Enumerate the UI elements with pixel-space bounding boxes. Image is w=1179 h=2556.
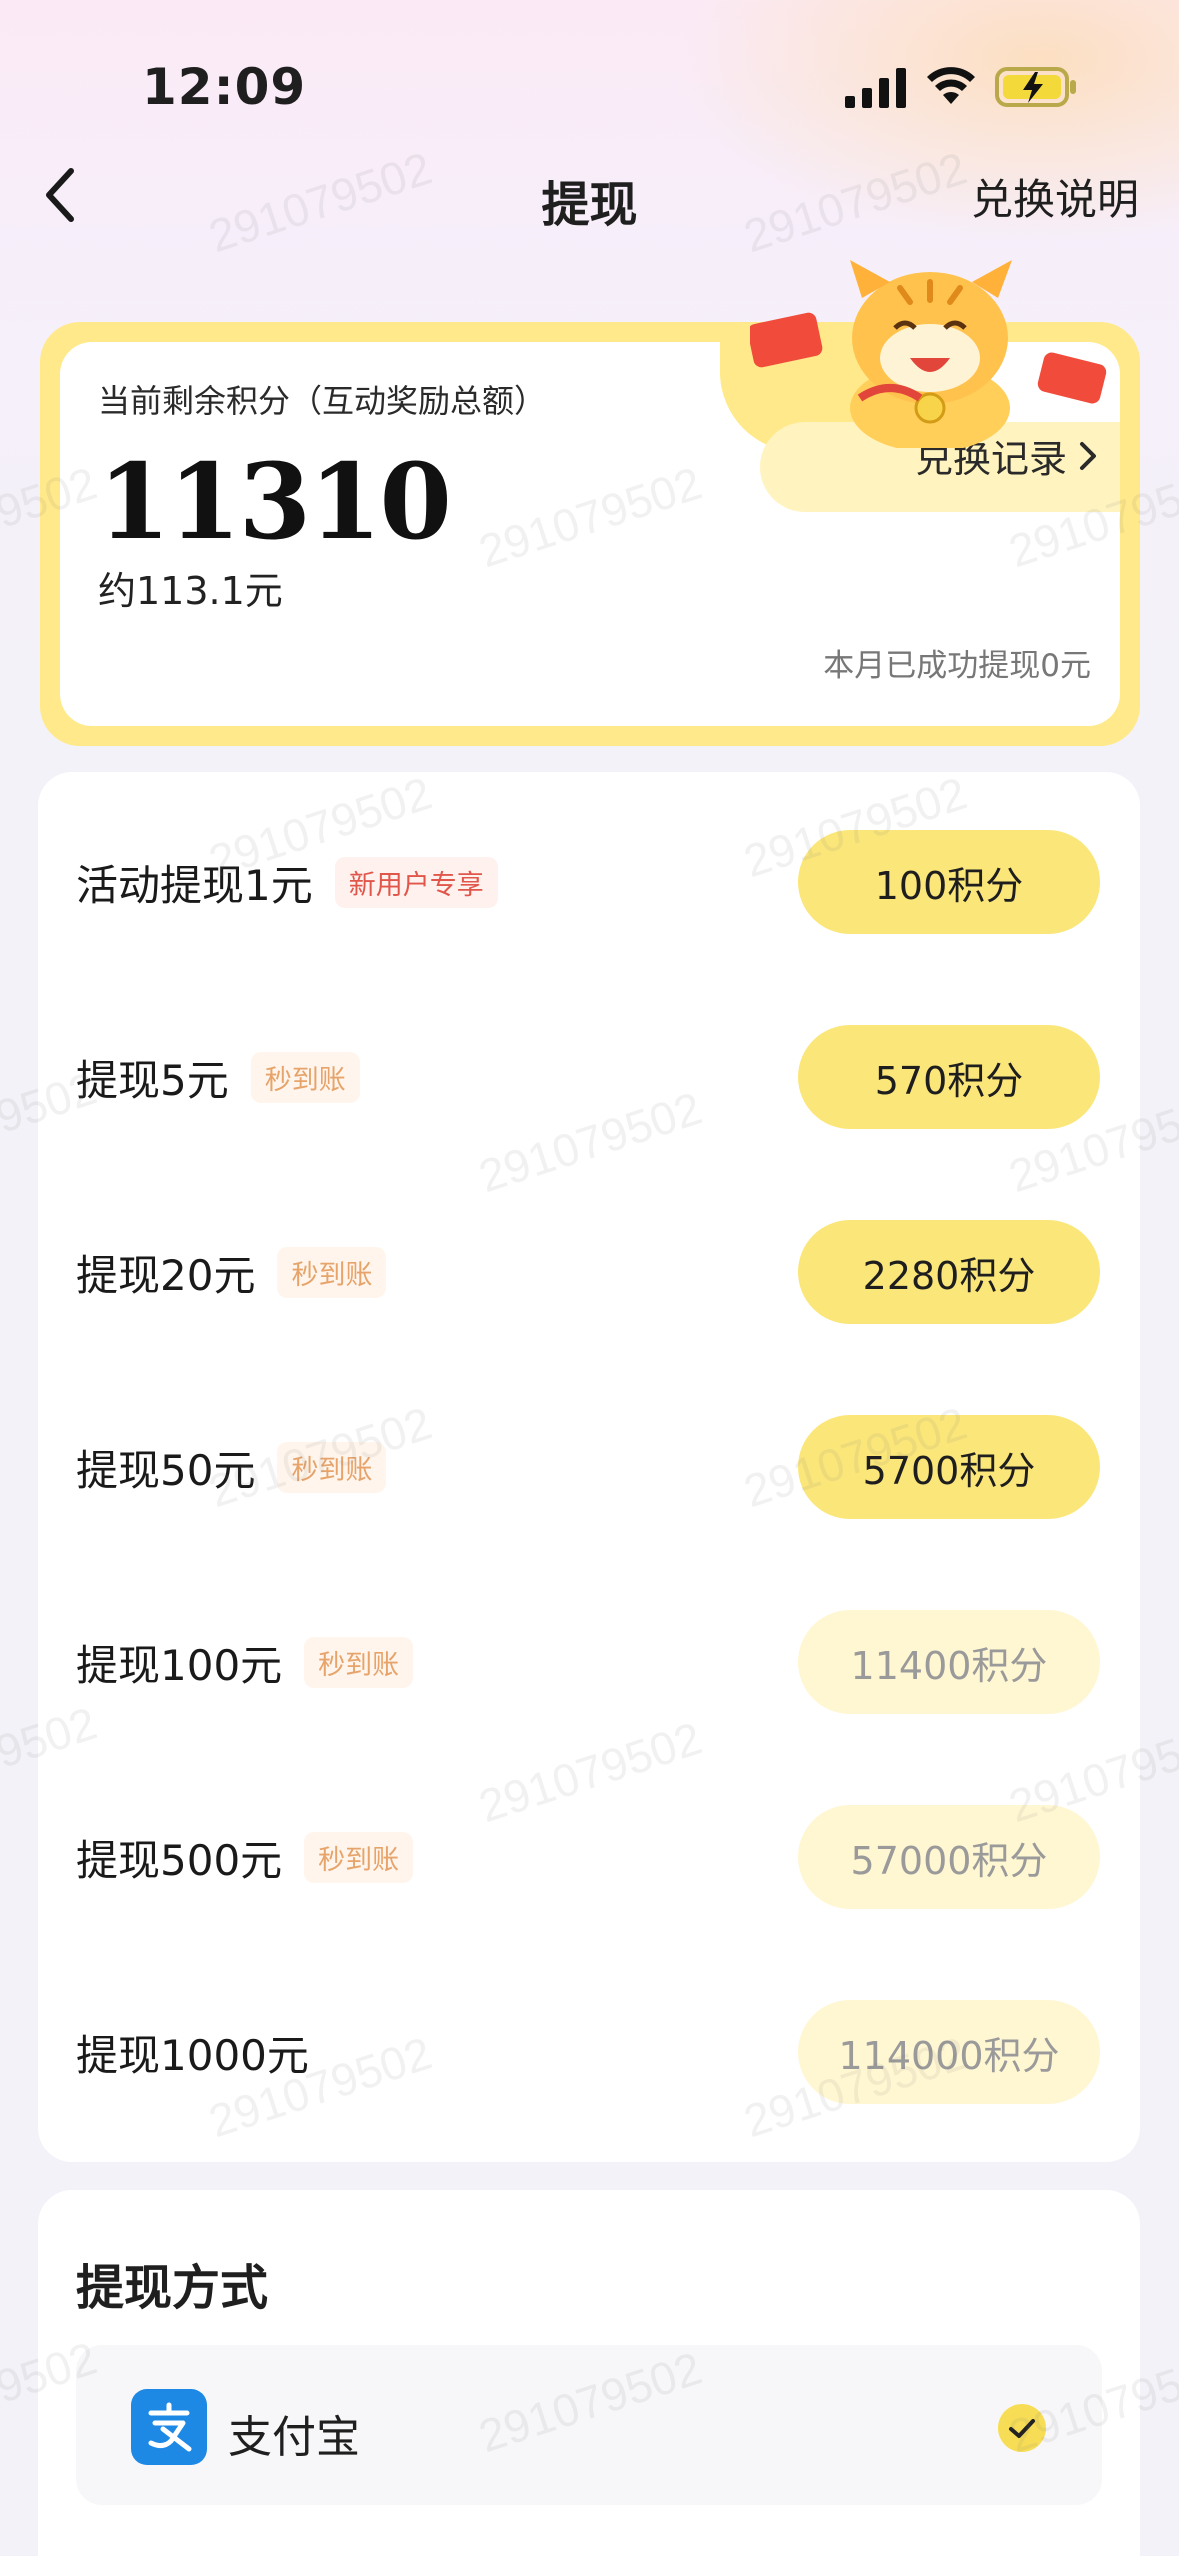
redeem-button-disabled[interactable]: 11400积分	[798, 1610, 1100, 1714]
redeem-button-disabled[interactable]: 57000积分	[798, 1805, 1100, 1909]
withdraw-option-row: 提现100元 秒到账 11400积分	[38, 1606, 1140, 1716]
redeem-button[interactable]: 570积分	[798, 1025, 1100, 1129]
points-value: 11310	[98, 440, 452, 563]
redeem-button-disabled[interactable]: 114000积分	[798, 2000, 1100, 2104]
method-section-title: 提现方式	[76, 2260, 269, 2316]
instant-arrival-tag: 秒到账	[277, 1247, 387, 1298]
new-user-tag: 新用户专享	[334, 857, 498, 908]
option-title: 提现100元	[76, 1641, 283, 1690]
withdraw-option-row: 活动提现1元 新用户专享 100积分	[38, 826, 1140, 936]
option-title: 提现500元	[76, 1836, 283, 1885]
points-rmb-equivalent: 约113.1元	[98, 569, 283, 613]
points-label: 当前剩余积分（互动奖励总额）	[98, 382, 547, 420]
instant-arrival-tag: 秒到账	[250, 1052, 360, 1103]
option-title: 提现5元	[76, 1056, 229, 1105]
battery-charging-icon	[995, 67, 1076, 107]
option-title: 提现20元	[76, 1251, 256, 1300]
withdraw-option-row: 提现5元 秒到账 570积分	[38, 1021, 1140, 1131]
option-title: 活动提现1元	[76, 861, 313, 910]
method-name: 支付宝	[228, 2412, 360, 2463]
option-title: 提现50元	[76, 1446, 256, 1495]
alipay-method-option[interactable]: 支付宝	[76, 2345, 1102, 2505]
withdraw-option-row: 提现1000元 114000积分	[38, 1996, 1140, 2106]
redeem-button[interactable]: 5700积分	[798, 1415, 1100, 1519]
tiger-mascot-illustration	[750, 260, 1107, 448]
alipay-icon	[131, 2389, 207, 2465]
redeem-button[interactable]: 2280积分	[798, 1220, 1100, 1324]
redeem-button[interactable]: 100积分	[798, 830, 1100, 934]
withdraw-option-row: 提现500元 秒到账 57000积分	[38, 1801, 1140, 1911]
instant-arrival-tag: 秒到账	[304, 1637, 414, 1688]
status-bar: 12:09	[0, 0, 1179, 170]
check-circle-icon[interactable]	[997, 2403, 1047, 2453]
wifi-icon	[927, 67, 975, 104]
instant-arrival-tag: 秒到账	[304, 1832, 414, 1883]
withdraw-option-row: 提现50元 秒到账 5700积分	[38, 1411, 1140, 1521]
withdraw-option-row: 提现20元 秒到账 2280积分	[38, 1216, 1140, 1326]
withdraw-method-card: 提现方式 支付宝	[38, 2190, 1140, 2556]
alipay-logo-glyph	[148, 2402, 192, 2452]
status-time: 12:09	[142, 58, 307, 116]
exchange-help-link[interactable]: 兑换说明	[971, 166, 1139, 227]
instant-arrival-tag: 秒到账	[277, 1442, 387, 1493]
cellular-signal-icon	[845, 68, 906, 108]
monthly-withdrawn-note: 本月已成功提现0元	[823, 648, 1091, 684]
option-title: 提现1000元	[76, 2031, 309, 2080]
